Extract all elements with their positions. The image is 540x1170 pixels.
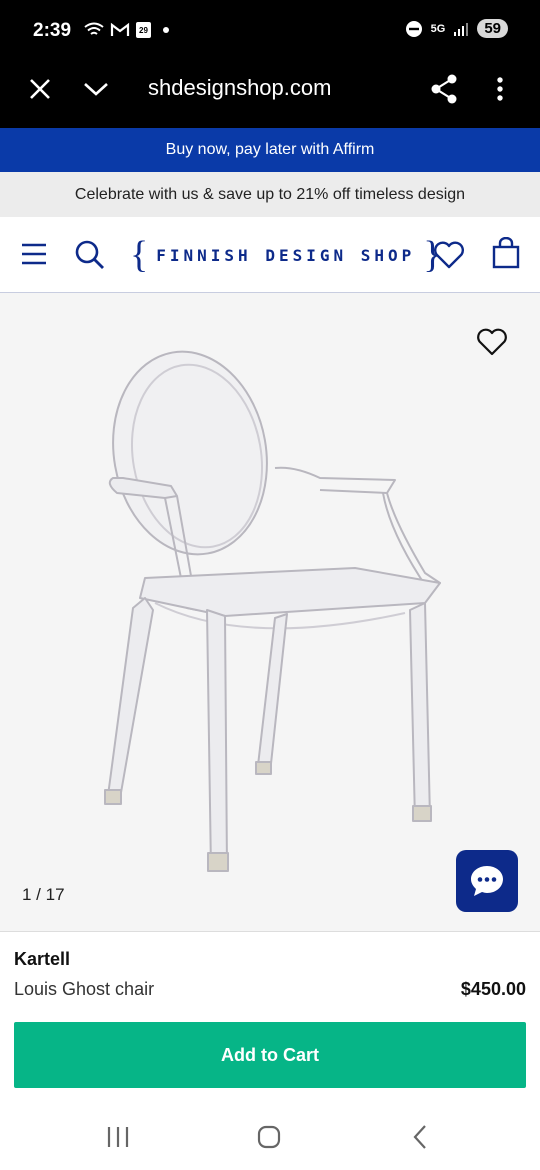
product-gallery[interactable]: 1 / 17 (0, 293, 540, 931)
chevron-down-icon[interactable] (82, 79, 110, 99)
heart-icon[interactable] (433, 241, 465, 269)
recent-apps-icon[interactable] (106, 1126, 130, 1148)
wishlist-heart-icon[interactable] (476, 328, 508, 356)
home-icon[interactable] (257, 1125, 281, 1149)
product-name: Louis Ghost chair (14, 979, 155, 999)
logo-text: FINNISH DESIGN SHOP (156, 245, 416, 265)
promo-banner[interactable]: Celebrate with us & save up to 21% off t… (0, 172, 540, 217)
system-navigation-bar (0, 1100, 540, 1170)
product-price: $450.00 (460, 979, 526, 999)
search-icon[interactable] (74, 239, 106, 271)
gmail-icon (110, 22, 130, 36)
menu-icon[interactable] (20, 242, 48, 266)
chat-button[interactable] (456, 850, 518, 912)
dnd-icon (405, 20, 422, 37)
status-bar: 2:39 29 5G 59 (0, 0, 540, 62)
chat-icon (471, 866, 503, 896)
site-logo[interactable]: { FINNISH DESIGN SHOP } (130, 234, 442, 276)
back-icon[interactable] (411, 1124, 429, 1150)
divider (0, 931, 540, 932)
notification-dot-icon (163, 27, 169, 33)
product-image-chair (104, 350, 441, 872)
product-brand[interactable]: Kartell (14, 949, 70, 970)
url-text[interactable]: shdesignshop.com (148, 75, 331, 101)
network-type-label: 5G (430, 22, 446, 35)
image-counter: 1 / 17 (22, 885, 65, 904)
battery-indicator: 59 (477, 19, 508, 38)
signal-icon (454, 22, 469, 36)
share-icon[interactable] (430, 74, 458, 104)
browser-toolbar: shdesignshop.com (0, 62, 540, 128)
logo-left-brace: { (130, 234, 149, 276)
wifi-icon (84, 22, 104, 35)
more-vert-icon[interactable] (496, 76, 504, 102)
affirm-banner[interactable]: Buy now, pay later with Affirm (0, 128, 540, 172)
clock: 2:39 (33, 20, 72, 41)
bag-icon[interactable] (492, 237, 520, 269)
add-to-cart-button[interactable]: Add to Cart (14, 1022, 526, 1088)
close-icon[interactable] (28, 77, 52, 101)
calendar-icon: 29 (136, 22, 151, 38)
site-header: { FINNISH DESIGN SHOP } (0, 217, 540, 293)
